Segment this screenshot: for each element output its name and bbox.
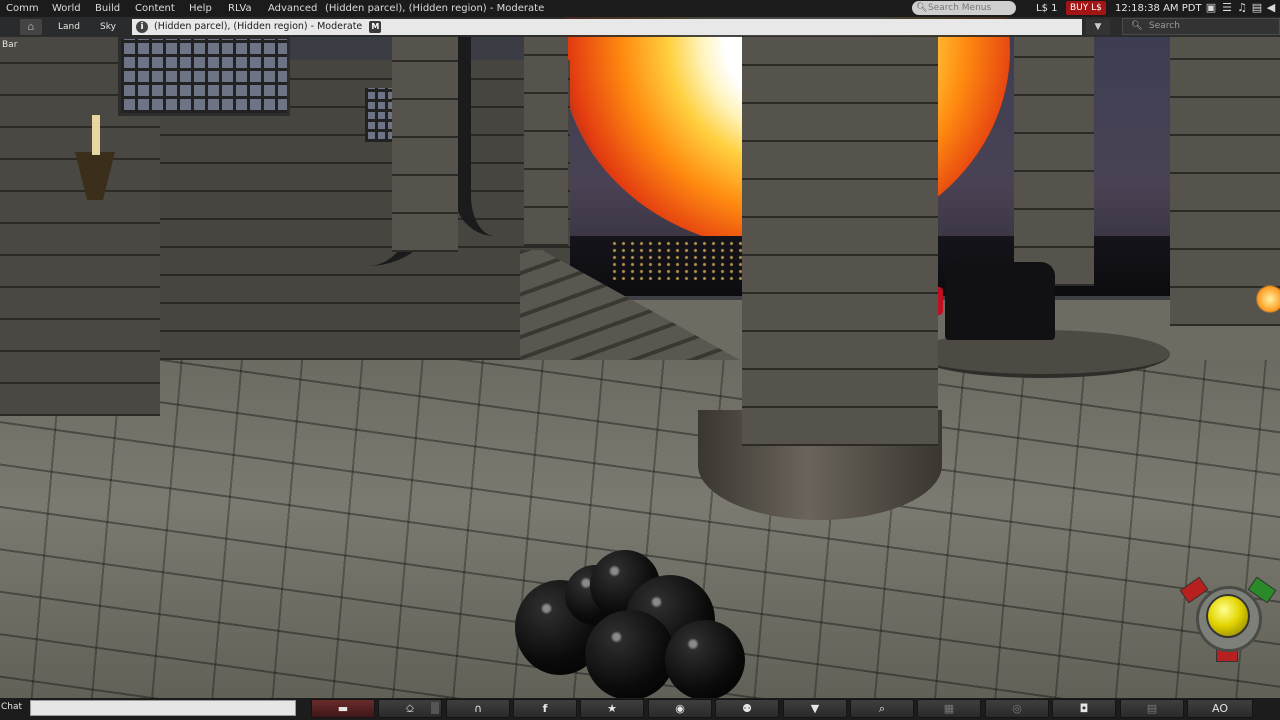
search-menus-placeholder: Search Menus <box>928 3 992 13</box>
menu-world[interactable]: World <box>52 0 81 17</box>
chevron-down-icon: ▼ <box>1094 22 1102 32</box>
shirt-icon: ▼ <box>810 702 820 715</box>
movement-joystick[interactable] <box>1179 572 1277 664</box>
location-field[interactable]: i (Hidden parcel), (Hidden region) - Mod… <box>132 19 1082 35</box>
favorites-bar-label[interactable]: Bar <box>2 40 17 50</box>
home-icon: ⌂ <box>27 20 35 33</box>
snapshot-button[interactable]: ◘ <box>1052 699 1116 718</box>
walk-icon: ★ <box>607 702 617 715</box>
menu-build[interactable]: Build <box>95 0 120 17</box>
menu-content[interactable]: Content <box>135 0 175 17</box>
appearance-button[interactable]: ▼ <box>783 699 847 718</box>
search-icon: 🔍︎ <box>916 3 928 13</box>
chat-bubble-icon: ▬ <box>337 702 349 715</box>
pillar-far-right <box>1170 36 1280 326</box>
avatar[interactable] <box>515 550 750 700</box>
navigation-bar: ⌂ Land Sky i (Hidden parcel), (Hidden re… <box>0 17 1280 37</box>
facebook-button[interactable]: f <box>513 699 577 718</box>
pillar-back-mid <box>524 36 568 246</box>
screen-icon[interactable]: ▣ <box>1204 1 1218 15</box>
iron-arch-2 <box>455 36 531 236</box>
search-placeholder: Search <box>1149 21 1180 31</box>
search-menus-input[interactable]: 🔍︎ Search Menus <box>912 1 1016 15</box>
barred-window <box>118 36 290 116</box>
clock: 12:18:38 AM PDT <box>1115 3 1202 14</box>
notes-icon[interactable]: ☰ <box>1220 1 1234 15</box>
headphones-icon: ∩ <box>473 702 483 715</box>
map-icon: ▦ <box>943 702 955 715</box>
facebook-icon: f <box>542 702 548 715</box>
sky-button[interactable]: Sky <box>100 20 116 34</box>
menu-help[interactable]: Help <box>189 0 212 17</box>
view-button[interactable]: ◉ <box>648 699 712 718</box>
inventory-icon: ▤ <box>1146 702 1158 715</box>
voice-button[interactable]: ⎐ <box>378 699 442 718</box>
eye-icon: ◉ <box>675 702 685 715</box>
joystick-ball[interactable] <box>1206 594 1250 638</box>
chat-label: Chat <box>1 702 23 712</box>
maturity-badge: M <box>369 21 382 33</box>
search-icon: 🔍︎ <box>1131 21 1143 31</box>
info-icon[interactable]: i <box>136 21 148 33</box>
city-lights <box>610 240 750 280</box>
search-icon: ⌕ <box>878 702 886 715</box>
avatar-sphere <box>585 610 675 700</box>
fire <box>1255 285 1280 313</box>
menu-bar: Comm World Build Content Help RLVa Advan… <box>0 0 1280 17</box>
menu-rlva[interactable]: RLVa <box>228 0 252 17</box>
microphone-icon: ⎐ <box>405 702 415 715</box>
black-chair[interactable] <box>945 262 1055 340</box>
people-icon: ⚉ <box>742 702 752 715</box>
chat-input[interactable] <box>30 700 296 716</box>
home-button[interactable]: ⌂ <box>20 19 42 35</box>
inventory-button[interactable]: ▤ <box>1120 699 1184 718</box>
pillar-back-left <box>392 36 458 252</box>
menu-advanced[interactable]: Advanced <box>268 0 317 17</box>
bottom-toolbar: Chat ▬ ⎐ ∩ f ★ ◉ ⚉ ▼ ⌕ ▦ ◎ ◘ ▤ AO <box>0 698 1280 720</box>
menu-comm[interactable]: Comm <box>6 0 39 17</box>
buy-currency-button[interactable]: BUY L$ <box>1066 1 1106 15</box>
pillar-back-right <box>1014 36 1094 286</box>
land-button[interactable]: Land <box>58 20 80 34</box>
pillar-front <box>742 36 938 446</box>
move-button[interactable]: ★ <box>580 699 644 718</box>
avatar-sphere <box>665 620 745 700</box>
map-button[interactable]: ▦ <box>917 699 981 718</box>
minimap-icon: ◎ <box>1012 702 1022 715</box>
minimap-button[interactable]: ◎ <box>985 699 1049 718</box>
candle <box>92 115 100 155</box>
music-icon[interactable]: ♫ <box>1235 1 1249 15</box>
people-button[interactable]: ⚉ <box>715 699 779 718</box>
world-viewport[interactable] <box>0 0 1280 720</box>
camera-icon: ◘ <box>1079 702 1089 715</box>
search-input[interactable]: 🔍︎ Search <box>1122 18 1280 35</box>
media-icon[interactable]: ▤ <box>1250 1 1264 15</box>
voice-settings-button[interactable]: ∩ <box>446 699 510 718</box>
voice-settings-toggle[interactable] <box>431 702 439 714</box>
ao-button[interactable]: AO <box>1187 699 1253 718</box>
search-button[interactable]: ⌕ <box>850 699 914 718</box>
volume-icon[interactable]: ◀ <box>1264 1 1278 15</box>
location-text: (Hidden parcel), (Hidden region) - Moder… <box>154 21 363 32</box>
location-dropdown-button[interactable]: ▼ <box>1086 19 1110 35</box>
location-title: (Hidden parcel), (Hidden region) - Moder… <box>325 3 545 14</box>
balance[interactable]: L$ 1 <box>1036 0 1057 17</box>
conversations-button[interactable]: ▬ <box>311 699 375 718</box>
